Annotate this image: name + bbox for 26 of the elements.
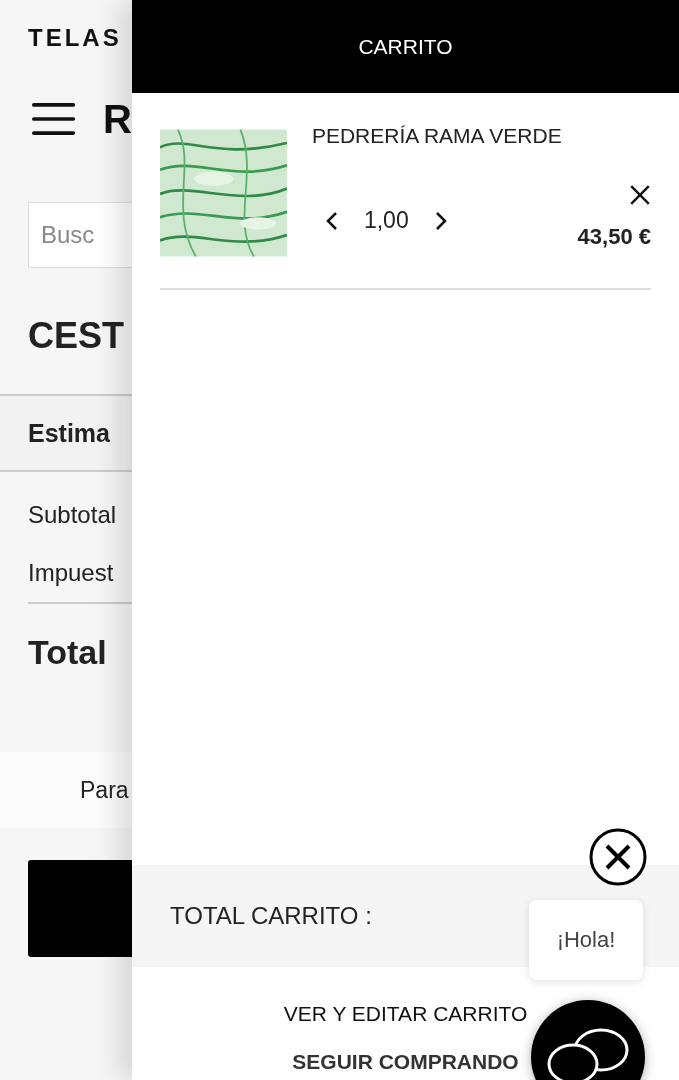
logo[interactable]: R (103, 96, 132, 142)
close-icon (629, 184, 651, 206)
checkout-button[interactable] (28, 860, 132, 957)
close-icon[interactable] (589, 828, 647, 886)
product-name[interactable]: PEDRERÍA RAMA VERDE (311, 123, 562, 149)
cart-link[interactable]: SEGUIR COMPRANDO (292, 1049, 519, 1075)
chat-greeting[interactable]: ¡Hola! (529, 900, 643, 980)
total-label: Total (28, 632, 108, 672)
quantity-value[interactable]: 1,00 (353, 207, 419, 234)
search-field[interactable]: Busc (28, 202, 132, 268)
cart-total-label: TOTAL CARRITO : (170, 902, 372, 930)
brand-name[interactable]: TELAS (28, 24, 128, 52)
item-price: 43,50 € (577, 224, 651, 250)
chevron-left-icon (325, 210, 338, 231)
page-title: CEST (28, 314, 125, 358)
remove-button[interactable] (629, 184, 651, 206)
drawer-title: CARRITO (358, 34, 453, 59)
section-heading: Estima (28, 418, 110, 448)
chevron-right-icon (434, 210, 447, 231)
cart-link[interactable]: VER Y EDITAR CARRITO (283, 1001, 528, 1027)
summary-label: Subtotal (28, 500, 118, 530)
section-bar[interactable]: Estima (0, 394, 132, 472)
note-text: Para (80, 776, 129, 804)
chat-button[interactable] (531, 1000, 645, 1080)
menu-icon[interactable] (32, 102, 76, 136)
summary-label: Impuest (28, 558, 115, 588)
